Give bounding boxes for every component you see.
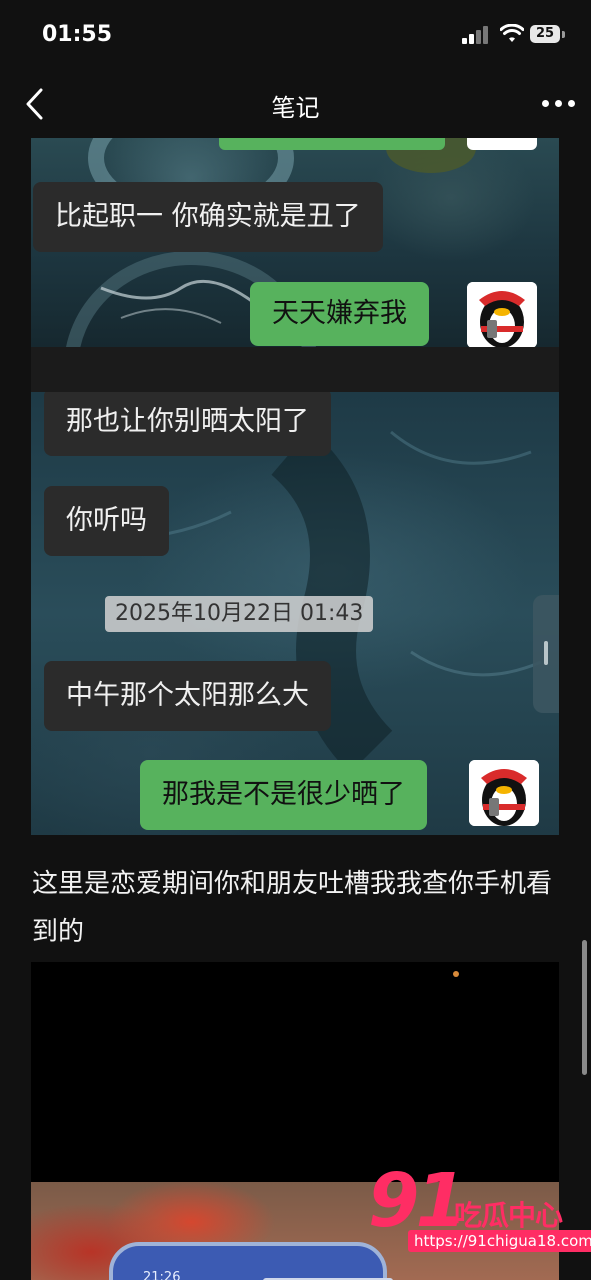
watermark-name: 吃瓜中心 xyxy=(454,1199,563,1232)
battery-tip xyxy=(562,31,565,38)
phone-in-video: 21:26 xyxy=(109,1242,393,1280)
penguin-avatar-icon xyxy=(467,282,537,347)
page-title: 笔记 xyxy=(271,94,320,122)
message-bubble-out: 天天嫌弃我 xyxy=(250,282,429,346)
status-bar: 01:55 25 xyxy=(0,0,591,70)
status-time: 01:55 xyxy=(42,22,113,47)
avatar xyxy=(469,760,539,826)
date-stamp: 2025年10月22日 01:43 xyxy=(105,596,374,632)
avatar xyxy=(467,282,537,347)
nav-bar: 笔记 xyxy=(0,70,591,140)
video-dot xyxy=(453,971,459,977)
message-bubble-in: 中午那个太阳那么大 xyxy=(44,661,331,731)
phone-time: 21:26 xyxy=(143,1270,181,1280)
message-bubble-out: 那我是不是很少晒了 xyxy=(140,760,427,830)
watermark-url: https://91chigua18.com xyxy=(408,1230,591,1252)
watermark-logo: 91 吃瓜中心 https://91chigua18.com xyxy=(368,1158,591,1258)
message-bubble-in: 你听吗 xyxy=(44,486,169,556)
battery-icon: 25 xyxy=(530,25,560,43)
cropped-avatar xyxy=(467,138,537,150)
chat-screenshot-1[interactable]: 比起职一 你确实就是丑了 天天嫌弃我 xyxy=(31,138,559,347)
wifi-icon xyxy=(500,24,524,42)
cropped-bubble xyxy=(219,138,445,150)
more-icon[interactable] xyxy=(542,100,576,108)
penguin-avatar-icon xyxy=(469,760,539,826)
side-handle[interactable] xyxy=(533,595,559,713)
message-bubble-in: 比起职一 你确实就是丑了 xyxy=(33,182,383,252)
note-text: 这里是恋爱期间你和朋友吐槽我我查你手机看到的 xyxy=(32,869,553,947)
page-scrollbar[interactable] xyxy=(582,940,587,1075)
image-gap xyxy=(31,347,559,392)
signal-icon xyxy=(462,26,492,44)
message-bubble-in: 那也让你别晒太阳了 xyxy=(44,392,331,456)
